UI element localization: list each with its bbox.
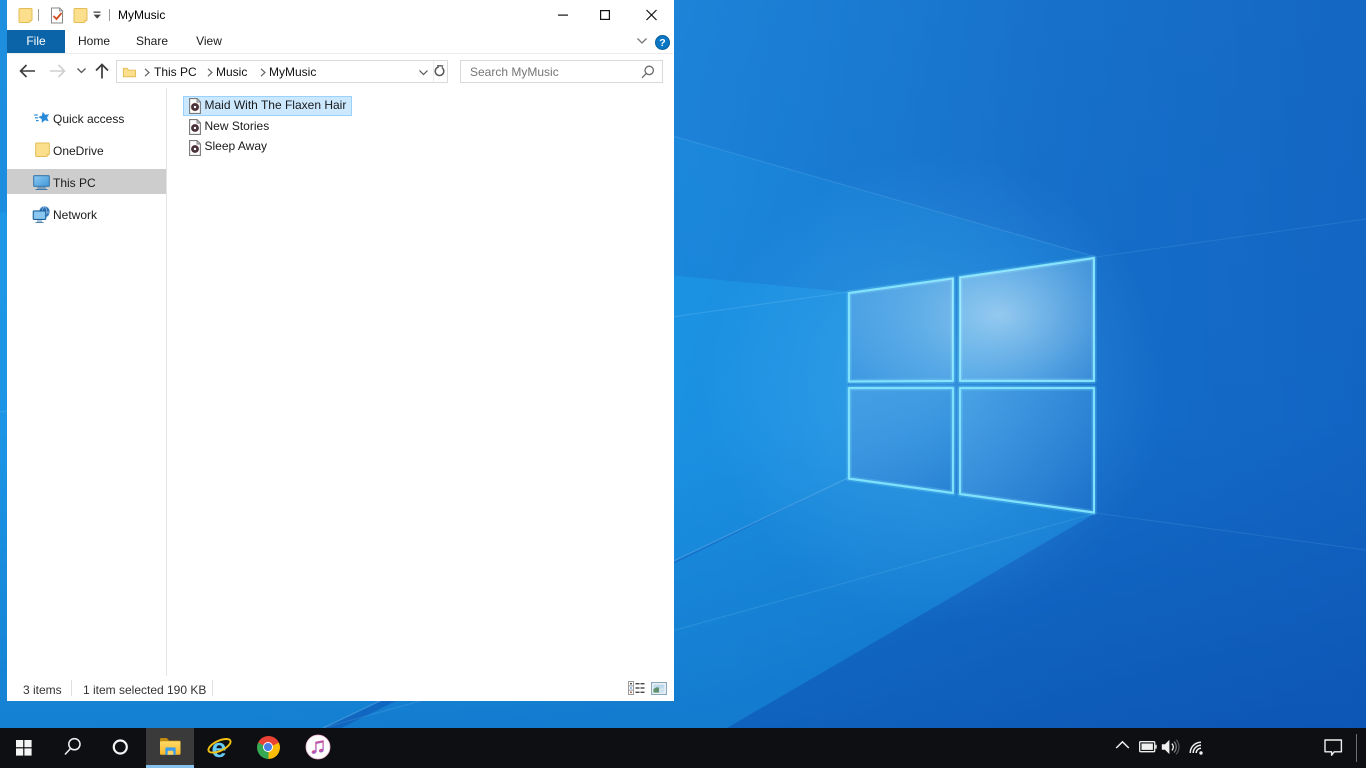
svg-text:?: ? <box>659 37 665 49</box>
svg-text:e: e <box>211 733 226 761</box>
